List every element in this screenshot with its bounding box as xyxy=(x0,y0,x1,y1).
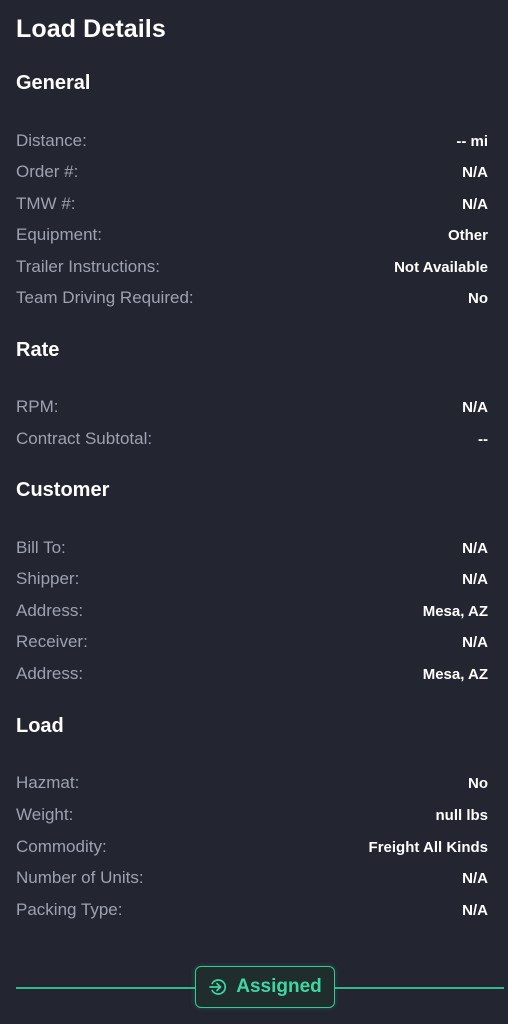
detail-row-order-number: Order #: N/A xyxy=(16,160,488,184)
row-value: N/A xyxy=(462,539,488,557)
detail-row-hazmat: Hazmat: No xyxy=(16,771,488,795)
detail-row-number-of-units: Number of Units: N/A xyxy=(16,866,488,890)
detail-row-team-driving: Team Driving Required: No xyxy=(16,286,488,310)
row-value: Not Available xyxy=(394,258,488,276)
detail-row-shipper-address: Address: Mesa, AZ xyxy=(16,599,488,623)
row-label: Commodity: xyxy=(16,837,107,856)
section-title-general: General xyxy=(16,72,91,94)
row-label: Packing Type: xyxy=(16,900,123,919)
row-value: N/A xyxy=(462,163,488,181)
row-label: Bill To: xyxy=(16,538,66,557)
section-title-load: Load xyxy=(16,715,64,737)
status-badge-assigned[interactable]: Assigned xyxy=(195,966,335,1008)
detail-row-equipment: Equipment: Other xyxy=(16,223,488,247)
detail-row-commodity: Commodity: Freight All Kinds xyxy=(16,835,488,859)
row-label: Address: xyxy=(16,601,84,620)
row-label: Trailer Instructions: xyxy=(16,257,160,276)
detail-row-trailer-instructions: Trailer Instructions: Not Available xyxy=(16,255,488,279)
row-label: Hazmat: xyxy=(16,773,80,792)
detail-row-tmw-number: TMW #: N/A xyxy=(16,192,488,216)
section-title-rate: Rate xyxy=(16,339,60,361)
detail-row-bill-to: Bill To: N/A xyxy=(16,536,488,560)
load-details-panel: Load Details General Distance: -- mi Ord… xyxy=(0,0,508,1024)
detail-row-receiver: Receiver: N/A xyxy=(16,630,488,654)
row-label: Receiver: xyxy=(16,632,88,651)
row-value: N/A xyxy=(462,570,488,588)
section-title-customer: Customer xyxy=(16,479,110,501)
row-value: N/A xyxy=(462,398,488,416)
status-label: Assigned xyxy=(236,976,322,997)
row-value: -- xyxy=(478,430,488,448)
detail-row-receiver-address: Address: Mesa, AZ xyxy=(16,662,488,686)
row-value: N/A xyxy=(462,195,488,213)
sign-in-icon xyxy=(208,977,228,997)
row-value: null lbs xyxy=(435,806,489,824)
row-label: Address: xyxy=(16,664,84,683)
row-label: Order #: xyxy=(16,162,79,181)
row-value: -- mi xyxy=(456,132,488,150)
row-value: N/A xyxy=(462,869,488,887)
row-label: Team Driving Required: xyxy=(16,288,194,307)
row-value: N/A xyxy=(462,901,488,919)
row-label: Weight: xyxy=(16,805,74,824)
row-label: TMW #: xyxy=(16,194,76,213)
detail-row-shipper: Shipper: N/A xyxy=(16,567,488,591)
detail-row-contract-subtotal: Contract Subtotal: -- xyxy=(16,427,488,451)
row-label: Contract Subtotal: xyxy=(16,429,153,448)
row-value: Freight All Kinds xyxy=(368,838,488,856)
window-edge xyxy=(508,0,512,1024)
page-title: Load Details xyxy=(16,15,166,43)
detail-row-weight: Weight: null lbs xyxy=(16,803,488,827)
detail-row-distance: Distance: -- mi xyxy=(16,129,488,153)
row-value: N/A xyxy=(462,633,488,651)
row-label: Equipment: xyxy=(16,225,102,244)
detail-row-packing-type: Packing Type: N/A xyxy=(16,898,488,922)
row-value: Mesa, AZ xyxy=(422,665,488,683)
row-value: Other xyxy=(447,226,488,244)
row-label: Distance: xyxy=(16,131,87,150)
row-value: No xyxy=(468,289,488,307)
detail-row-rpm: RPM: N/A xyxy=(16,395,488,419)
row-value: No xyxy=(468,774,488,792)
row-label: RPM: xyxy=(16,397,59,416)
row-label: Number of Units: xyxy=(16,868,144,887)
row-label: Shipper: xyxy=(16,569,80,588)
row-value: Mesa, AZ xyxy=(422,602,488,620)
